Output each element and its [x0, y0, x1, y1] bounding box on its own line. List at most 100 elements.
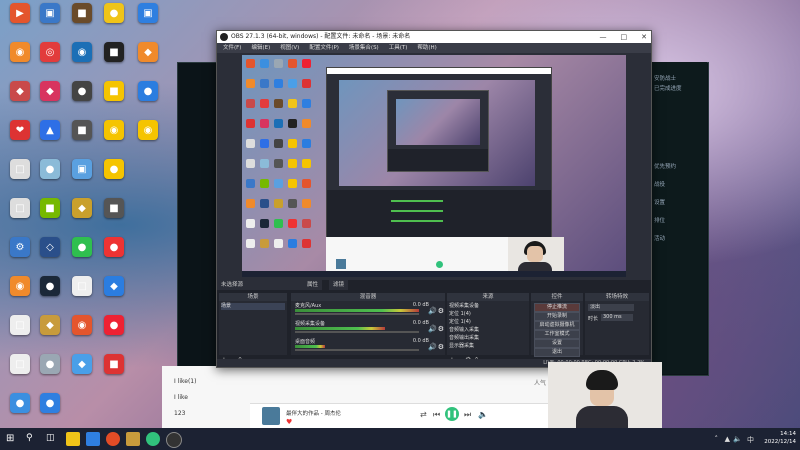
volume-slider[interactable]	[295, 313, 419, 315]
client-item[interactable]: 优先预约	[654, 162, 676, 170]
minimize-icon[interactable]: —	[600, 31, 607, 43]
source-item[interactable]: 定位 1(4)	[449, 319, 527, 326]
control-button[interactable]: 停止推流	[534, 303, 580, 312]
scene-item[interactable]: 场景	[221, 303, 285, 310]
desktop-shortcut[interactable]: ▣	[130, 2, 166, 46]
desktop-shortcut[interactable]: ◇	[32, 236, 68, 280]
next-icon[interactable]: ⏭	[464, 410, 471, 420]
desktop-shortcut[interactable]: ●	[96, 236, 132, 280]
file-explorer-icon[interactable]	[66, 432, 80, 446]
shuffle-icon[interactable]: ⇄	[420, 410, 427, 419]
desktop-shortcut[interactable]: ◆	[64, 197, 100, 241]
source-item[interactable]: 显示器采集	[449, 343, 527, 350]
desktop-shortcut[interactable]: ●	[96, 314, 132, 358]
previous-icon[interactable]: ⏮	[433, 410, 440, 420]
close-icon[interactable]: ✕	[641, 31, 647, 43]
desktop-shortcut[interactable]: ◎	[32, 41, 68, 85]
desktop-shortcut[interactable]: ◆	[32, 314, 68, 358]
obs-menu-item[interactable]: 文件(F)	[223, 43, 241, 53]
desktop-shortcut[interactable]: ▣	[64, 158, 100, 202]
desktop-shortcut[interactable]: ◉	[96, 119, 132, 163]
tab-no-source[interactable]: 未选择源	[217, 280, 305, 290]
desktop-shortcut[interactable]: ▣	[32, 2, 68, 46]
source-item[interactable]: 视频采集设备	[449, 303, 527, 310]
desktop-shortcut[interactable]: ◉	[64, 41, 100, 85]
playlist-row[interactable]: I like(1)	[174, 378, 196, 385]
music-app-icon[interactable]	[146, 432, 160, 446]
desktop-shortcut[interactable]: ●	[64, 236, 100, 280]
tab-filters[interactable]: 滤镜	[329, 280, 349, 290]
search-icon[interactable]: ⚲	[26, 433, 33, 443]
network-icon[interactable]: ▲	[725, 435, 730, 443]
source-item[interactable]: 音频输出采集	[449, 335, 527, 342]
taskbar-app-icon[interactable]	[86, 432, 100, 446]
desktop-shortcut[interactable]: ●	[96, 158, 132, 202]
desktop-shortcut[interactable]: ◉	[130, 119, 166, 163]
chrome-icon[interactable]	[106, 432, 120, 446]
speaker-icon[interactable]: 🔊	[428, 343, 437, 351]
desktop-shortcut[interactable]: ◆	[130, 41, 166, 85]
obs-preview-canvas[interactable]	[242, 55, 626, 277]
desktop-shortcut[interactable]: ■	[96, 197, 132, 241]
transition-select[interactable]: 淡出	[588, 304, 634, 311]
source-item[interactable]: 定位 1(4)	[449, 311, 527, 318]
input-method-icon[interactable]: 中	[747, 435, 754, 445]
desktop-shortcut[interactable]: ●	[32, 353, 68, 397]
desktop-shortcut[interactable]: ■	[64, 2, 100, 46]
task-view-icon[interactable]: ◫	[46, 433, 55, 443]
desktop-shortcut[interactable]: ■	[96, 353, 132, 397]
clock[interactable]: 14:14 2022/12/14	[764, 430, 796, 446]
playlist-row[interactable]: I like	[174, 394, 188, 401]
playlist-row[interactable]: 123	[174, 410, 185, 417]
obs-menu-item[interactable]: 视图(V)	[280, 43, 299, 53]
obs-menu-item[interactable]: 场景集合(S)	[349, 43, 379, 53]
desktop-shortcut[interactable]: ●	[32, 275, 68, 319]
control-button[interactable]: 退出	[534, 348, 580, 357]
desktop-shortcut[interactable]: ●	[130, 80, 166, 124]
duration-input[interactable]: 300 ms	[601, 314, 633, 321]
desktop-shortcut[interactable]: ●	[96, 2, 132, 46]
obs-menu-item[interactable]: 配置文件(P)	[309, 43, 339, 53]
desktop-shortcut[interactable]: ◆	[64, 353, 100, 397]
tab-properties[interactable]: 属性	[303, 280, 323, 290]
chevron-up-icon[interactable]: ˄	[715, 435, 719, 443]
game-client-icon[interactable]	[126, 432, 140, 446]
desktop-shortcut[interactable]: ■	[96, 80, 132, 124]
control-button[interactable]: 开始录制	[534, 312, 580, 321]
desktop-shortcut[interactable]: ▲	[32, 119, 68, 163]
desktop-shortcut[interactable]: ◆	[96, 275, 132, 319]
desktop-shortcut[interactable]: ■	[96, 41, 132, 85]
obs-menu-item[interactable]: 编辑(E)	[251, 43, 270, 53]
volume-slider[interactable]	[295, 349, 419, 351]
speaker-icon[interactable]: 🔊	[428, 325, 437, 333]
control-button[interactable]: 启动虚拟摄像机	[534, 321, 580, 330]
pause-button[interactable]: ❚❚	[445, 407, 459, 421]
volume-tray-icon[interactable]: 🔈	[733, 435, 742, 443]
desktop-shortcut[interactable]: ●	[32, 158, 68, 202]
gear-icon[interactable]: ⚙	[438, 325, 444, 333]
speaker-icon[interactable]: 🔊	[428, 307, 437, 315]
obs-taskbar-icon[interactable]	[166, 432, 182, 448]
obs-menu-item[interactable]: 工具(T)	[389, 43, 408, 53]
desktop-shortcut[interactable]: ■	[64, 119, 100, 163]
source-item[interactable]: 音频输入采集	[449, 327, 527, 334]
desktop-shortcut[interactable]: ◉	[64, 314, 100, 358]
start-icon[interactable]: ⊞	[6, 433, 14, 444]
client-item[interactable]: 战役	[654, 180, 665, 188]
desktop-shortcut[interactable]: ■	[32, 197, 68, 241]
gear-icon[interactable]: ⚙	[438, 307, 444, 315]
desktop-shortcut[interactable]: ◆	[32, 80, 68, 124]
obs-menu-item[interactable]: 帮助(H)	[417, 43, 436, 53]
like-icon[interactable]: ♥	[286, 418, 292, 426]
control-button[interactable]: 设置	[534, 339, 580, 348]
maximize-icon[interactable]: □	[621, 31, 628, 43]
obs-titlebar[interactable]: OBS 27.1.3 (64-bit, windows) - 配置文件: 未命名…	[217, 31, 651, 43]
desktop-shortcut[interactable]: □	[64, 275, 100, 319]
desktop-shortcut[interactable]: ●	[64, 80, 100, 124]
control-button[interactable]: 工作室模式	[534, 330, 580, 339]
obs-window[interactable]: OBS 27.1.3 (64-bit, windows) - 配置文件: 未命名…	[216, 30, 652, 368]
volume-slider[interactable]	[295, 331, 419, 333]
client-item[interactable]: 活动	[654, 234, 665, 242]
client-item[interactable]: 排位	[654, 216, 665, 224]
client-item[interactable]: 设置	[654, 198, 665, 206]
